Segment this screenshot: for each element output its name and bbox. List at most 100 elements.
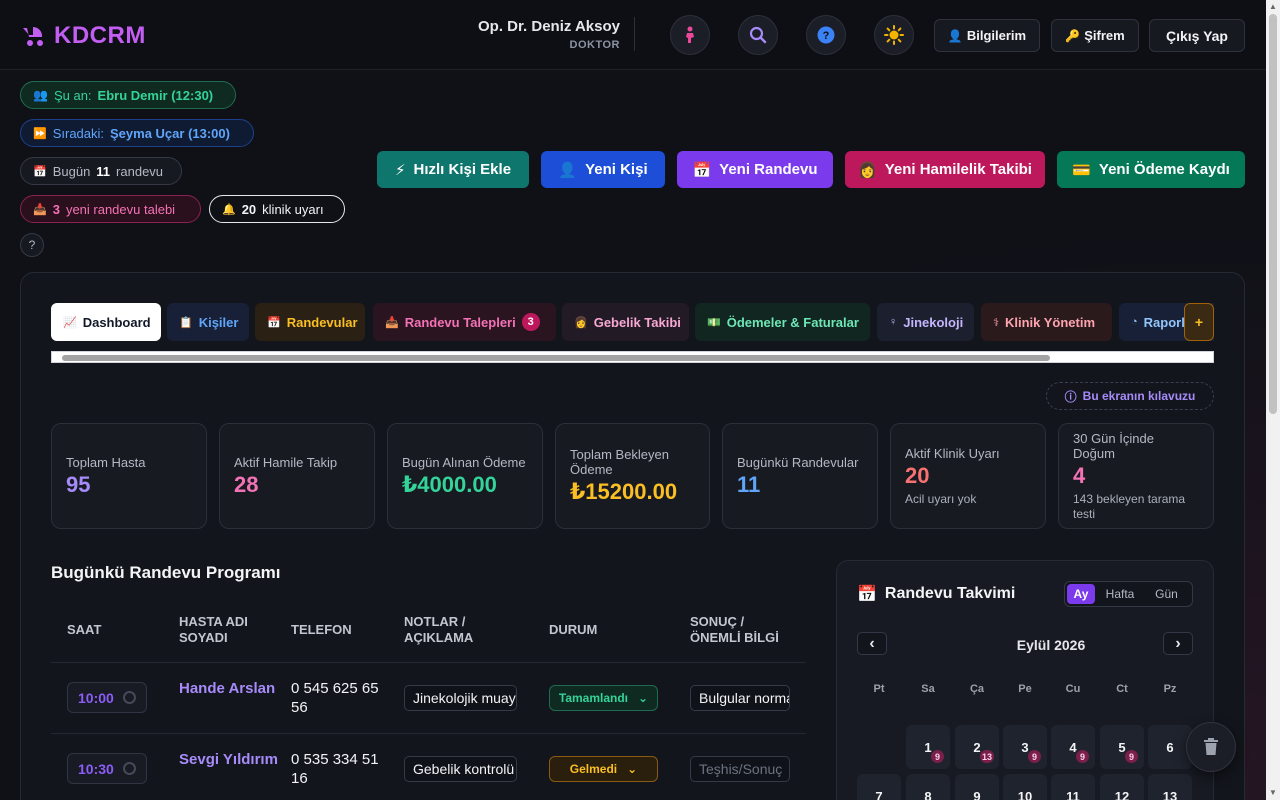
scroll-down-icon[interactable]: ▼ bbox=[1269, 788, 1277, 798]
today-appointments-pill[interactable]: 📅 Bugün 11 randevu bbox=[20, 157, 182, 185]
profile-button-label: Bilgilerim bbox=[966, 28, 1027, 43]
stat-value: ₺4000.00 bbox=[402, 471, 497, 497]
new-payment-label: Yeni Ödeme Kaydı bbox=[1098, 161, 1230, 178]
screen-guide-button[interactable]: ⓘ Bu ekranın kılavuzu bbox=[1046, 382, 1214, 410]
current-patient-pill[interactable]: 👥 Şu an: Ebru Demir (12:30) bbox=[20, 81, 236, 109]
note-input[interactable]: Gebelik kontrolü bbox=[404, 756, 517, 782]
trash-fab-button[interactable] bbox=[1186, 722, 1236, 772]
patient-phone: 0 535 334 51 16 bbox=[291, 751, 379, 787]
tab-persons[interactable]: 📋 Kişiler bbox=[167, 303, 249, 341]
status-select[interactable]: Gelmedi ⌄ bbox=[549, 756, 658, 782]
time-value: 10:00 bbox=[78, 689, 114, 706]
trash-icon bbox=[1204, 738, 1218, 755]
result-input[interactable]: Bulgular normal bbox=[690, 685, 790, 711]
patient-name-link[interactable]: Hande Arslan bbox=[179, 679, 279, 698]
search-button[interactable] bbox=[738, 15, 778, 55]
brand-logo[interactable]: KDCRM bbox=[20, 22, 146, 50]
tab-bar: 📈 Dashboard 📋 Kişiler 📅 Randevular 📥 Ran… bbox=[51, 303, 1214, 341]
tab-pregnancy[interactable]: 👩 Gebelik Takibi bbox=[562, 303, 689, 341]
page-scrollbar-thumb[interactable] bbox=[1269, 14, 1277, 414]
status-select[interactable]: Tamamlandı ⌄ bbox=[549, 685, 658, 711]
logout-button[interactable]: Çıkış Yap bbox=[1149, 19, 1245, 52]
tab-dashboard[interactable]: 📈 Dashboard bbox=[51, 303, 161, 341]
prev-month-button[interactable]: ‹ bbox=[857, 632, 887, 655]
pregnant-woman-icon bbox=[686, 26, 694, 43]
calendar-day[interactable]: 39 bbox=[1003, 725, 1047, 769]
calendar-day[interactable]: 2 13 bbox=[955, 725, 999, 769]
calendar-day[interactable]: 59 bbox=[1100, 725, 1144, 769]
new-payment-button[interactable]: 💳 Yeni Ödeme Kaydı bbox=[1057, 151, 1245, 188]
day-number: 1 bbox=[924, 739, 932, 755]
tab-payments[interactable]: 💵 Ödemeler & Faturalar bbox=[695, 303, 870, 341]
tab-scrollbar-thumb[interactable] bbox=[62, 355, 1050, 361]
tab-scroll-more-button[interactable]: + bbox=[1184, 303, 1214, 341]
tab-gynecology[interactable]: ♀ Jinekoloji bbox=[877, 303, 974, 341]
page-scrollbar[interactable]: ▲ ▼ bbox=[1266, 0, 1280, 800]
today-prefix: Bugün bbox=[52, 163, 91, 179]
scroll-up-icon[interactable]: ▲ bbox=[1269, 2, 1277, 12]
pregnancy-button[interactable] bbox=[670, 15, 710, 55]
user-plus-icon: 👤 bbox=[558, 161, 578, 179]
column-header-status: DURUM bbox=[549, 622, 598, 637]
note-input[interactable]: Jinekolojik muayene bbox=[404, 685, 517, 711]
status-value: Gelmedi bbox=[569, 762, 618, 776]
time-input[interactable]: 10:30 bbox=[67, 753, 147, 784]
new-appointment-button[interactable]: 📅 Yeni Randevu bbox=[677, 151, 833, 188]
calendar-day[interactable]: 9 bbox=[955, 774, 999, 800]
calendar-day[interactable]: 19 bbox=[906, 725, 950, 769]
logout-button-label: Çıkış Yap bbox=[1165, 27, 1228, 44]
theme-toggle-button[interactable] bbox=[874, 15, 914, 55]
new-person-button[interactable]: 👤 Yeni Kişi bbox=[541, 151, 665, 188]
day-number: 13 bbox=[1162, 788, 1178, 800]
header-divider bbox=[634, 17, 635, 51]
calendar-icon: 📅 bbox=[857, 586, 877, 603]
calendar-day[interactable]: 10 bbox=[1003, 774, 1047, 800]
tab-scrollbar[interactable] bbox=[51, 351, 1214, 363]
day-number: 3 bbox=[1021, 739, 1029, 755]
help-button[interactable]: ? bbox=[806, 15, 846, 55]
day-appointment-count: 13 bbox=[980, 750, 995, 763]
calendar-day[interactable]: 12 bbox=[1100, 774, 1144, 800]
password-button[interactable]: 🔑 Şifrem bbox=[1051, 19, 1139, 52]
next-month-button[interactable]: › bbox=[1163, 632, 1193, 655]
quick-add-person-button[interactable]: ⚡ Hızlı Kişi Ekle bbox=[377, 151, 529, 188]
profile-button[interactable]: 👤 Bilgilerim bbox=[934, 19, 1040, 52]
key-icon: 🔑 bbox=[1065, 28, 1081, 43]
stat-card-clinical-alerts: Aktif Klinik Uyarı 20 Acil uyarı yok bbox=[890, 423, 1046, 529]
venus-icon: ♀ bbox=[889, 316, 898, 328]
calendar-day[interactable]: 7 bbox=[857, 774, 901, 800]
user-info: Op. Dr. Deniz Aksoy DOKTOR bbox=[478, 18, 620, 51]
calendar-day[interactable]: 13 bbox=[1148, 774, 1192, 800]
user-role: DOKTOR bbox=[569, 39, 620, 51]
view-week-button[interactable]: Hafta bbox=[1097, 584, 1143, 604]
calendar-day[interactable]: 8 bbox=[906, 774, 950, 800]
view-day-button[interactable]: Gün bbox=[1145, 584, 1188, 604]
tab-persons-label: Kişiler bbox=[198, 314, 239, 330]
view-month-button[interactable]: Ay bbox=[1067, 584, 1095, 604]
tab-clinic-management[interactable]: ⚕ Klinik Yönetim bbox=[981, 303, 1112, 341]
next-patient-pill[interactable]: ⏩ Sıradaki: Şeyma Uçar (13:00) bbox=[20, 119, 254, 147]
quick-add-label: Hızlı Kişi Ekle bbox=[413, 161, 512, 178]
calendar-plus-icon: 📅 bbox=[692, 161, 712, 179]
new-pregnancy-label: Yeni Hamilelik Takibi bbox=[884, 161, 1032, 178]
appointment-requests-pill[interactable]: 📥 3 yeni randevu talebi bbox=[20, 195, 201, 223]
patient-name-link[interactable]: Sevgi Yıldırım bbox=[179, 750, 279, 769]
result-input[interactable]: Teşhis/Sonuç bbox=[690, 756, 790, 782]
weekday-label: Pe bbox=[1018, 683, 1032, 695]
new-pregnancy-button[interactable]: 👩 Yeni Hamilelik Takibi bbox=[845, 151, 1045, 188]
tab-requests-badge: 3 bbox=[521, 313, 540, 331]
clock-icon bbox=[123, 762, 136, 775]
calendar-day[interactable]: 11 bbox=[1051, 774, 1095, 800]
tab-dashboard-label: Dashboard bbox=[82, 314, 151, 330]
clinical-alerts-pill[interactable]: 🔔 20 klinik uyarı bbox=[209, 195, 345, 223]
status-help-button[interactable]: ? bbox=[20, 233, 44, 257]
tab-requests-label: Randevu Talepleri bbox=[404, 314, 516, 330]
weekday-label: Ct bbox=[1116, 683, 1128, 695]
svg-text:?: ? bbox=[823, 30, 830, 42]
time-input[interactable]: 10:00 bbox=[67, 682, 147, 713]
calendar-day[interactable]: 49 bbox=[1051, 725, 1095, 769]
stethoscope-icon: ⚕ bbox=[993, 316, 999, 329]
stroller-icon bbox=[23, 26, 43, 46]
tab-appointments[interactable]: 📅 Randevular bbox=[255, 303, 365, 341]
tab-appointment-requests[interactable]: 📥 Randevu Talepleri 3 bbox=[373, 303, 556, 341]
